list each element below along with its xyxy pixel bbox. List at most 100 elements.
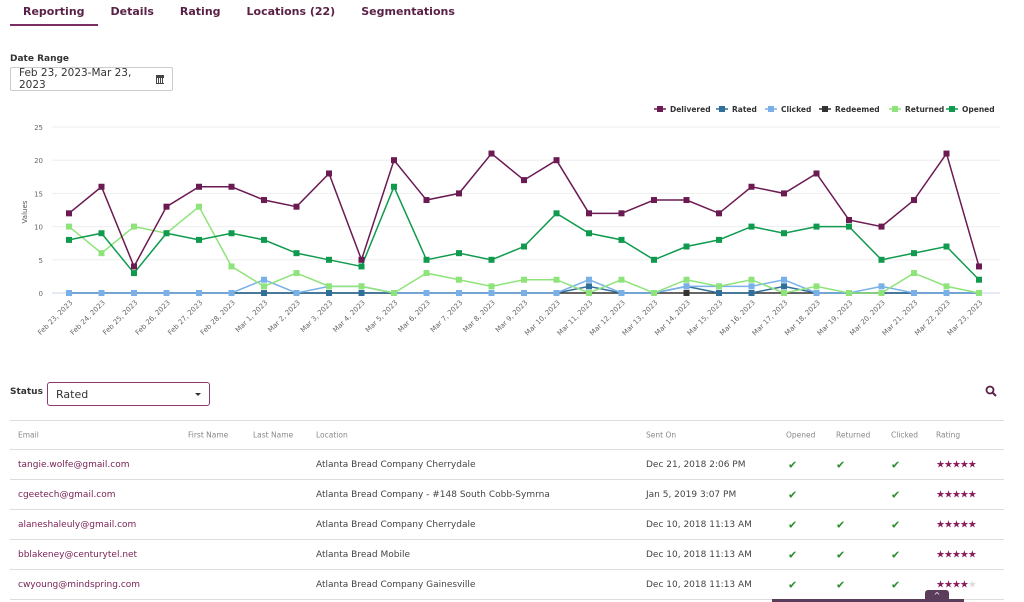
data-point (293, 203, 300, 210)
x-tick-label: Mar 3, 2023 (299, 299, 334, 334)
star-icon: ★ (951, 459, 961, 470)
header-last-name[interactable]: Last Name (253, 431, 293, 440)
legend-item-clicked[interactable]: Clicked (765, 105, 811, 114)
row-email[interactable]: cwyoung@mindspring.com (18, 580, 140, 590)
data-point (878, 256, 885, 263)
data-point (423, 256, 430, 263)
data-point (586, 230, 592, 237)
data-point (488, 290, 495, 296)
star-icon: ★ (959, 579, 969, 590)
x-tick-label: Mar 2, 2023 (266, 299, 301, 334)
row-sent-on: Dec 10, 2018 11:13 AM (646, 519, 752, 530)
legend-item-delivered[interactable]: Delivered (654, 105, 711, 114)
table-row[interactable]: bblakeney@centurytel.net Atlanta Bread Mo… (10, 540, 1004, 570)
x-tick-label: Mar 7, 2023 (429, 299, 464, 334)
legend-label: Redeemed (835, 105, 880, 114)
check-icon: ✔ (836, 518, 846, 531)
header-clicked[interactable]: Clicked (891, 431, 918, 440)
data-point (131, 290, 137, 296)
legend-item-redeemed[interactable]: Redeemed (819, 105, 880, 114)
row-location: Atlanta Bread Company Gainesville (316, 579, 476, 590)
rating-stars: ★★★★★ (936, 519, 977, 530)
table-row[interactable]: tangie.wolfe@gmail.com Atlanta Bread Comp… (10, 450, 1004, 480)
data-point (131, 263, 137, 270)
data-point (196, 183, 202, 190)
data-point (293, 250, 300, 257)
row-email[interactable]: cgeetech@gmail.com (18, 490, 116, 500)
data-point (196, 290, 202, 296)
star-icon: ★ (967, 549, 977, 560)
star-icon: ★ (951, 489, 961, 500)
data-point (228, 230, 235, 237)
row-email[interactable]: tangie.wolfe@gmail.com (18, 460, 130, 470)
data-point (391, 290, 397, 296)
chevron-up-icon[interactable]: ^ (925, 590, 949, 602)
data-point (553, 210, 560, 217)
data-point (326, 290, 332, 296)
row-email[interactable]: bblakeney@centurytel.net (18, 550, 137, 560)
header-opened[interactable]: Opened (786, 431, 815, 440)
data-point (553, 290, 560, 296)
data-point (553, 157, 560, 164)
data-point (716, 236, 722, 243)
data-point (748, 183, 755, 190)
check-icon: ✔ (836, 458, 846, 471)
row-email[interactable]: alaneshaleuly@gmail.com (18, 520, 136, 530)
series-line (68, 184, 980, 281)
data-point (488, 150, 495, 157)
data-point (521, 290, 527, 296)
data-point (943, 283, 950, 290)
chevron-down-icon (195, 392, 201, 396)
x-tick-label: Mar 9, 2023 (494, 299, 529, 334)
header-rating[interactable]: Rating (936, 431, 960, 440)
data-point (911, 270, 917, 277)
star-icon: ★ (959, 489, 969, 500)
header-returned[interactable]: Returned (836, 431, 870, 440)
table-row[interactable]: alaneshaleuly@gmail.com Atlanta Bread Com… (10, 510, 1004, 540)
table-row[interactable]: cgeetech@gmail.com Atlanta Bread Company … (10, 480, 1004, 510)
header-location[interactable]: Location (316, 431, 348, 440)
rating-stars: ★★★★★ (936, 579, 977, 590)
data-point (131, 270, 137, 277)
legend-item-returned[interactable]: Returned (889, 105, 944, 114)
data-point (293, 290, 300, 296)
legend-item-opened[interactable]: Opened (946, 105, 995, 114)
data-point (423, 270, 430, 277)
data-point (683, 290, 690, 296)
data-point (748, 283, 755, 290)
header-email[interactable]: Email (18, 431, 39, 440)
data-point (781, 190, 787, 197)
data-point (683, 276, 690, 283)
y-tick-label: 25 (34, 124, 43, 132)
data-point (326, 283, 332, 290)
data-point (228, 183, 235, 190)
data-point (781, 276, 787, 283)
data-point (456, 276, 462, 283)
header-first-name[interactable]: First Name (188, 431, 228, 440)
data-point (488, 256, 495, 263)
y-tick-label: 0 (39, 290, 43, 298)
data-point (358, 256, 365, 263)
data-point (228, 263, 235, 270)
data-point (261, 290, 267, 296)
check-icon: ✔ (788, 518, 798, 531)
data-point (651, 256, 657, 263)
data-point (66, 210, 72, 217)
status-select[interactable]: Rated (47, 382, 210, 406)
y-axis-label: Values (21, 200, 29, 223)
star-icon: ★ (943, 579, 953, 590)
data-point (716, 283, 722, 290)
rating-stars: ★★★★★ (936, 549, 977, 560)
table-row[interactable]: cwyoung@mindspring.com Atlanta Bread Comp… (10, 570, 1004, 600)
header-sent-on[interactable]: Sent On (646, 431, 676, 440)
rating-stars: ★★★★★ (936, 459, 977, 470)
status-select-value: Rated (56, 387, 89, 401)
data-point (813, 170, 820, 177)
check-icon: ✔ (891, 518, 901, 531)
legend-item-rated[interactable]: Rated (716, 105, 757, 114)
legend-marker (892, 106, 898, 112)
legend-marker (949, 106, 955, 112)
search-icon[interactable] (985, 385, 997, 397)
check-icon: ✔ (788, 548, 798, 561)
data-point (878, 290, 885, 296)
